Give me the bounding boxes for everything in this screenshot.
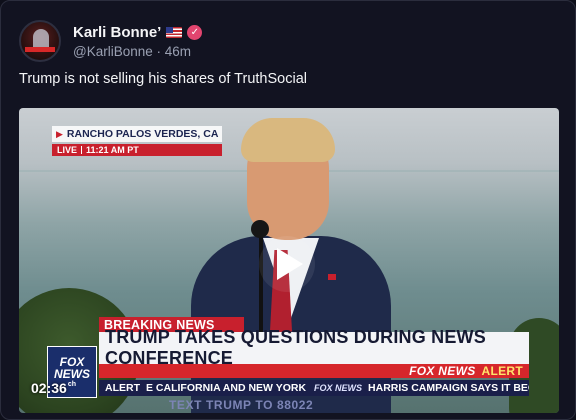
avatar-band — [25, 47, 55, 52]
post-time[interactable]: 46m — [165, 44, 191, 59]
alert-strip-brand: FOX NEWS — [409, 364, 476, 378]
author-block: Karli Bonne’ ✓ @KarliBonne · 46m — [73, 24, 203, 59]
ticker-item: HARRIS CAMPAIGN SAYS IT BEGAI — [368, 382, 529, 394]
us-flag-icon — [166, 26, 183, 38]
microphone-icon — [251, 220, 269, 238]
ticker-item: E CALIFORNIA AND NEW YORK — [146, 382, 307, 394]
post-text: Trump is not selling his shares of Truth… — [19, 71, 307, 87]
news-ticker: ALERT E CALIFORNIA AND NEW YORK FOX NEWS… — [99, 380, 529, 396]
verified-badge-icon: ✓ — [187, 24, 203, 40]
post-header: Karli Bonne’ ✓ @KarliBonne · 46m — [19, 19, 557, 63]
ticker-alert-label: ALERT — [99, 382, 146, 394]
microphone-stand — [259, 232, 263, 332]
location-arrow-icon: ▶ — [56, 128, 63, 139]
location-text: RANCHO PALOS VERDES, CA — [66, 128, 219, 140]
post-card: Karli Bonne’ ✓ @KarliBonne · 46m Trump i… — [0, 0, 576, 420]
live-bar: LIVE 11:21 AM PT — [52, 144, 223, 156]
name-row: Karli Bonne’ ✓ — [73, 24, 203, 41]
location-title: ▶ RANCHO PALOS VERDES, CA — [52, 126, 223, 142]
live-label: LIVE — [57, 145, 78, 155]
author-display-name[interactable]: Karli Bonne’ — [73, 24, 161, 41]
live-time: 11:21 AM PT — [86, 145, 139, 155]
speaker-hair — [241, 118, 335, 162]
meta-row: @KarliBonne · 46m — [73, 44, 202, 59]
play-button[interactable] — [259, 236, 315, 292]
alert-strip-word: ALERT — [481, 364, 523, 378]
ticker-brand: FOX NEWS — [314, 383, 363, 393]
meta-separator: · — [156, 43, 162, 59]
flag-pin — [328, 274, 336, 280]
text-prompt: TEXT TRUMP TO 88022 — [169, 398, 314, 412]
fox-logo-line2: NEWS — [54, 367, 90, 381]
play-icon — [277, 248, 303, 280]
fox-logo-line3: ch — [67, 381, 77, 388]
author-handle[interactable]: @KarliBonne — [73, 44, 153, 59]
video-timestamp: 02:36 — [31, 380, 67, 396]
location-tag: ▶ RANCHO PALOS VERDES, CA LIVE 11:21 AM … — [52, 126, 223, 156]
headline-banner: TRUMP TAKES QUESTIONS DURING NEWS CONFER… — [99, 327, 529, 368]
video-player[interactable]: ▶ RANCHO PALOS VERDES, CA LIVE 11:21 AM … — [19, 108, 559, 413]
live-separator — [81, 146, 83, 154]
avatar[interactable] — [19, 20, 61, 62]
fox-news-alert-strip: FOX NEWS ALERT — [99, 364, 529, 378]
